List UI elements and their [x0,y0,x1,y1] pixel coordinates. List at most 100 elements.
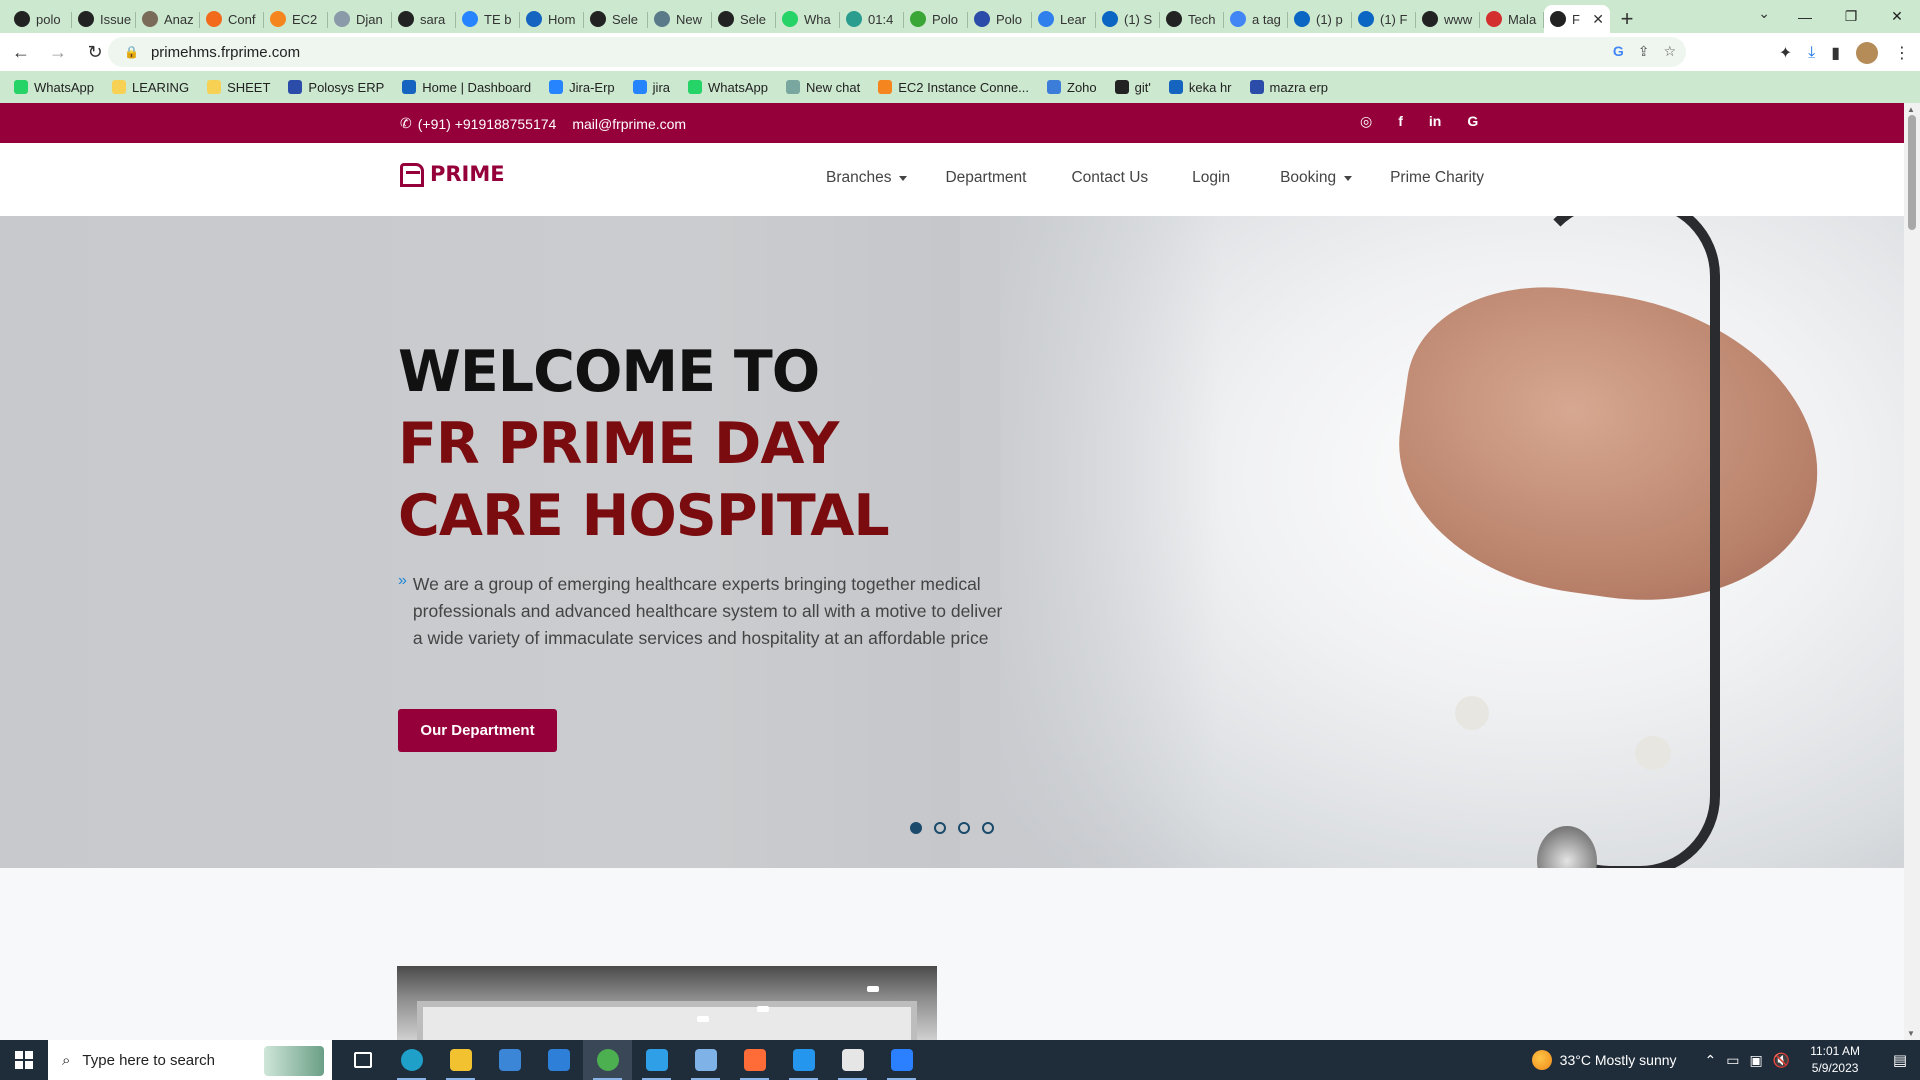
our-department-button[interactable]: Our Department [398,709,557,752]
bookmark-item[interactable]: jira [632,80,670,95]
bookmark-item[interactable]: mazra erp [1249,80,1328,95]
close-window-icon[interactable]: ✕ [1874,0,1920,33]
tab-search-icon[interactable]: ⌄ [1758,5,1770,22]
taskbar-app-calendar[interactable] [877,1040,926,1080]
browser-tab[interactable]: 01:4 [840,5,904,33]
carousel-dot[interactable] [910,822,922,834]
bookmark-item[interactable]: LEARING [111,80,189,95]
profile-avatar[interactable] [1856,42,1878,64]
back-icon[interactable]: ← [5,36,37,68]
browser-tab[interactable]: Lear [1032,5,1096,33]
browser-tab[interactable]: Polo [904,5,968,33]
bookmark-item[interactable]: WhatsApp [14,80,94,95]
taskbar-app-task-view[interactable] [338,1040,387,1080]
menu-item-branches[interactable]: Branches [826,169,908,187]
bookmark-item[interactable]: New chat [786,80,860,95]
scroll-thumb[interactable] [1908,115,1916,230]
menu-item-login[interactable]: Login [1192,169,1230,187]
page-scrollbar[interactable]: ▲ ▼ [1904,103,1920,1040]
menu-item-prime-charity[interactable]: Prime Charity [1390,169,1484,187]
linkedin-icon[interactable]: in [1429,113,1441,130]
menu-item-booking[interactable]: Booking [1280,169,1353,187]
taskbar-app-store[interactable] [485,1040,534,1080]
scroll-down-icon[interactable]: ▼ [1907,1029,1915,1038]
browser-tab[interactable]: Polo [968,5,1032,33]
bookmark-item[interactable]: keka hr [1168,80,1232,95]
scroll-up-icon[interactable]: ▲ [1907,105,1915,114]
browser-tab[interactable]: (1) p [1288,5,1352,33]
bookmark-item[interactable]: Polosys ERP [288,80,384,95]
browser-tab[interactable]: Sele [712,5,776,33]
browser-tab[interactable]: TE b [456,5,520,33]
carousel-dot[interactable] [958,822,970,834]
browser-tab[interactable]: Wha [776,5,840,33]
taskbar-app-file-explorer[interactable] [436,1040,485,1080]
menu-icon[interactable]: ⋮ [1894,43,1910,63]
weather-widget[interactable]: 33°C Mostly sunny [1531,1050,1677,1070]
network-icon[interactable]: ▭ [1726,1052,1739,1069]
restore-icon[interactable]: ❐ [1828,0,1874,33]
google-lens-icon[interactable]: G [1613,43,1624,60]
chevron-up-icon[interactable]: ⌃ [1705,1052,1717,1069]
taskbar-app-docker[interactable] [779,1040,828,1080]
extensions-icon[interactable]: ✦ [1779,43,1792,63]
instagram-icon[interactable]: ◎ [1360,113,1372,130]
phone-number[interactable]: (+91) +919188755174 [418,116,557,132]
address-bar[interactable]: 🔒 primehms.frprime.com G ⇪ ☆ [108,37,1686,67]
browser-tab[interactable]: Mala [1480,5,1544,33]
browser-tab[interactable]: sara [392,5,456,33]
browser-tab[interactable]: Hom [520,5,584,33]
google-icon[interactable]: G [1467,113,1478,130]
bookmark-item[interactable]: Zoho [1047,80,1097,95]
notification-icon[interactable]: ▤ [1880,1040,1920,1080]
bookmark-item[interactable]: SHEET [207,80,270,95]
browser-tab[interactable]: Tech [1160,5,1224,33]
side-panel-icon[interactable]: ▮ [1831,43,1840,63]
taskbar-app-postman[interactable] [730,1040,779,1080]
bookmark-item[interactable]: Home | Dashboard [402,80,531,95]
browser-tab[interactable]: New [648,5,712,33]
menu-item-department[interactable]: Department [945,169,1026,187]
browser-tab[interactable]: (1) S [1096,5,1160,33]
browser-tab[interactable]: EC2 [264,5,328,33]
site-logo[interactable]: PRIME [398,161,505,187]
taskbar-search[interactable]: ⌕ Type here to search [48,1040,332,1080]
share-icon[interactable]: ⇪ [1638,43,1650,60]
download-icon[interactable]: ⤓ [1808,44,1815,62]
browser-tab[interactable]: Anaz [136,5,200,33]
reload-icon[interactable]: ↻ [79,36,111,68]
bookmark-item[interactable]: EC2 Instance Conne... [878,80,1029,95]
taskbar-app-edge[interactable] [387,1040,436,1080]
taskbar-app-slack[interactable] [828,1040,877,1080]
browser-tab[interactable]: F ✕ [1544,5,1610,33]
taskbar-app-notes[interactable] [681,1040,730,1080]
carousel-dot[interactable] [934,822,946,834]
facebook-icon[interactable]: f [1398,113,1403,130]
menu-item-contact-us[interactable]: Contact Us [1071,169,1148,187]
browser-tab[interactable]: Issue [72,5,136,33]
bookmark-item[interactable]: git' [1114,80,1151,95]
forward-icon[interactable]: → [42,36,74,68]
taskbar-app-vscode[interactable] [632,1040,681,1080]
taskbar-clock[interactable]: 11:01 AM 5/9/2023 [1810,1043,1860,1077]
bookmark-item[interactable]: Jira-Erp [549,80,615,95]
browser-tab[interactable]: (1) F [1352,5,1416,33]
display-icon[interactable]: ▣ [1750,1052,1763,1069]
browser-tab[interactable]: www [1416,5,1480,33]
close-tab-icon[interactable]: ✕ [1592,11,1604,28]
minimize-icon[interactable]: — [1782,0,1828,33]
taskbar-app-chrome[interactable] [583,1040,632,1080]
browser-tab[interactable]: Djan [328,5,392,33]
new-tab-button[interactable]: + [1610,5,1644,33]
bookmark-star-icon[interactable]: ☆ [1663,43,1676,60]
browser-tab[interactable]: a tag [1224,5,1288,33]
bookmark-item[interactable]: WhatsApp [688,80,768,95]
carousel-dot[interactable] [982,822,994,834]
volume-muted-icon[interactable]: 🔇 [1773,1052,1790,1069]
lock-icon[interactable]: 🔒 [124,45,139,59]
browser-tab[interactable]: Sele [584,5,648,33]
start-button[interactable] [0,1040,48,1080]
email-address[interactable]: mail@frprime.com [572,116,686,132]
browser-tab[interactable]: polo [8,5,72,33]
browser-tab[interactable]: Conf [200,5,264,33]
